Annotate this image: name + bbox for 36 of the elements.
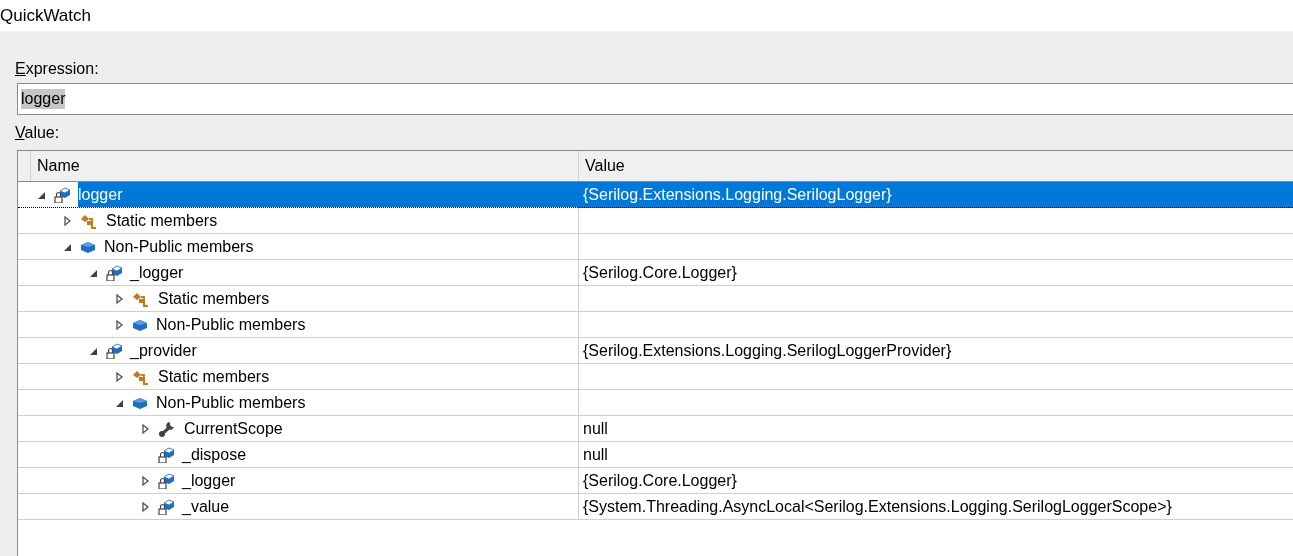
locked-field-icon <box>106 342 122 359</box>
name-cell[interactable]: Static members <box>106 208 578 233</box>
column-header[interactable]: Value <box>578 151 1293 181</box>
name-cell[interactable]: _value <box>182 494 578 519</box>
static-members-icon <box>80 212 98 229</box>
name-cell[interactable]: Static members <box>158 364 578 389</box>
value-label: Value: <box>15 123 60 142</box>
value-cell: {Serilog.Core.Logger} <box>578 468 1293 494</box>
name-cell[interactable]: Non-Public members <box>104 234 578 259</box>
locked-field-icon <box>158 498 174 515</box>
column-header[interactable]: Name <box>30 151 578 181</box>
locked-field-icon <box>158 472 174 489</box>
value-cell: {Serilog.Extensions.Logging.SerilogLogger} <box>578 182 1293 208</box>
locked-field-icon <box>158 446 174 463</box>
name-cell[interactable]: CurrentScope <box>184 416 578 441</box>
value-cell: {Serilog.Extensions.Logging.SerilogLoggerProvider} <box>578 338 1293 364</box>
static-members-icon <box>132 368 150 385</box>
name-cell[interactable]: _dispose <box>182 442 578 467</box>
name-cell[interactable]: Non-Public members <box>156 390 578 415</box>
locked-field-icon <box>54 186 70 203</box>
locked-field-icon <box>106 264 122 281</box>
expression-field[interactable]: logger <box>17 83 1293 115</box>
name-cell[interactable]: _logger <box>130 260 578 285</box>
value-cell: null <box>578 442 1293 468</box>
name-cell[interactable]: _provider <box>130 338 578 363</box>
name-cell[interactable]: Non-Public members <box>156 312 578 337</box>
wrench-icon <box>158 420 176 437</box>
value-cell: {System.Threading.AsyncLocal<Serilog.Extensions.Logging.SerilogLoggerScope>} <box>578 494 1293 520</box>
name-cell[interactable]: _logger <box>182 468 578 493</box>
static-members-icon <box>132 290 150 307</box>
name-cell[interactable]: Static members <box>158 286 578 311</box>
name-cell[interactable]: logger <box>78 182 578 207</box>
value-cell: {Serilog.Core.Logger} <box>578 260 1293 286</box>
value-cell: null <box>578 416 1293 442</box>
expression-label: Expression: <box>15 60 99 78</box>
window-title: QuickWatch <box>0 5 91 26</box>
